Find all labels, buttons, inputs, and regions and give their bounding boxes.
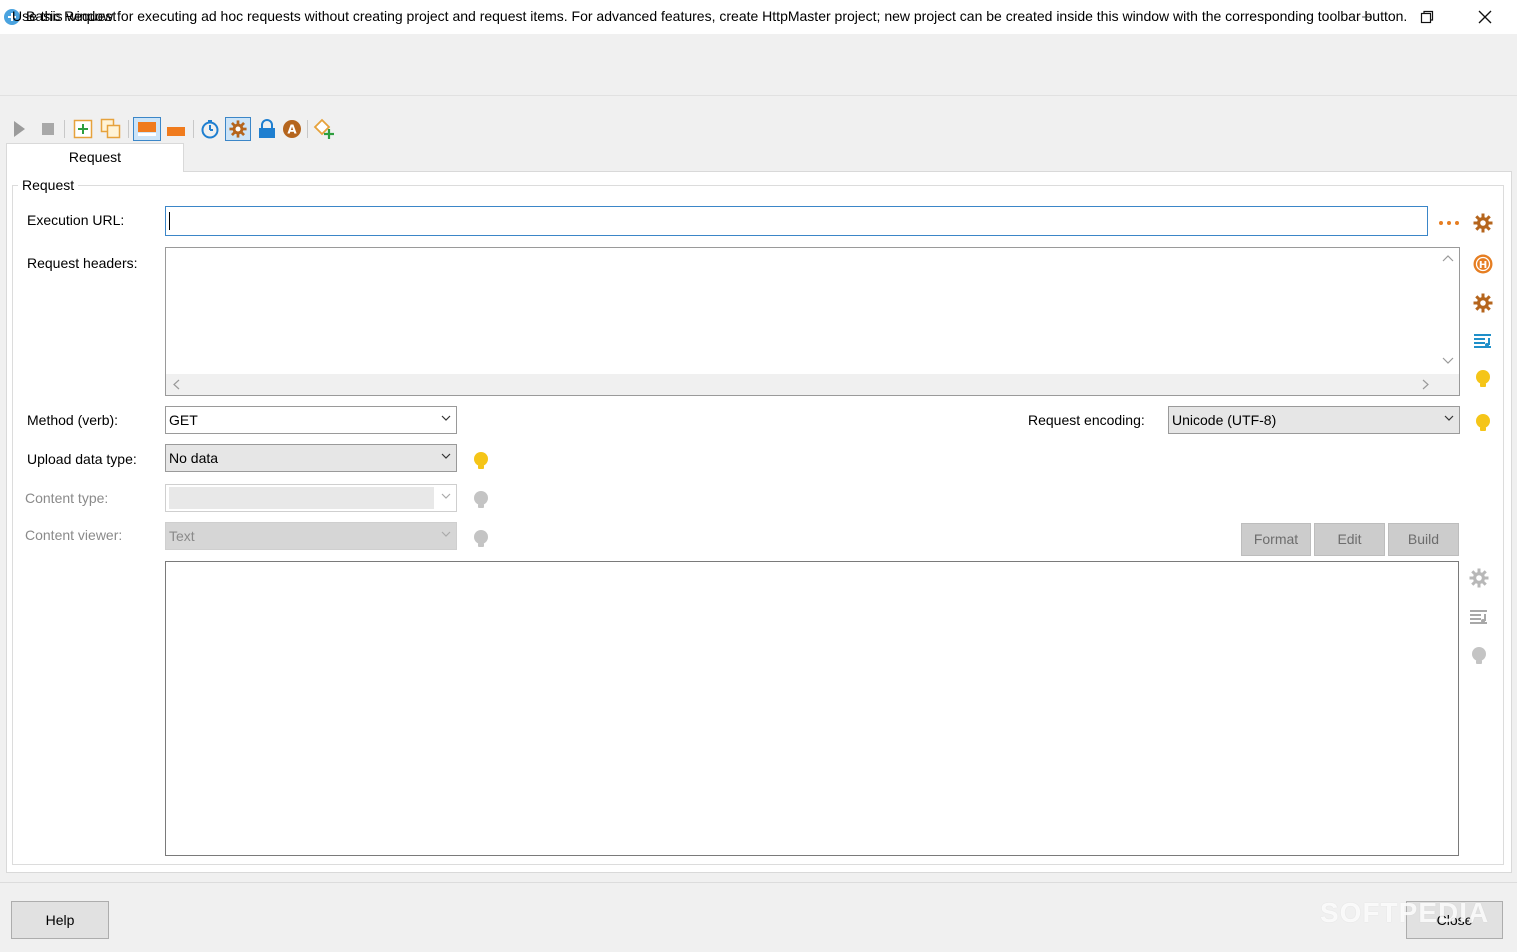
headers-vertical-scrollbar[interactable] [1437,248,1459,374]
chevron-down-icon [441,531,451,537]
lightbulb-icon [1476,370,1490,387]
content-list-button [1468,606,1490,628]
help-button[interactable]: Help [11,901,109,939]
lightbulb-icon [1472,647,1486,664]
bottom-separator [0,882,1517,883]
layout-top-icon [138,122,156,136]
toolbar-separator [128,120,129,138]
headers-helper-button[interactable]: H [1472,253,1494,275]
new-project-button[interactable] [72,118,94,140]
chevron-down-icon [1444,415,1454,421]
svg-text:H: H [1479,260,1487,271]
lightbulb-icon [1476,414,1490,431]
url-settings-button[interactable] [1472,212,1494,234]
lock-button[interactable] [256,118,278,140]
content-type-select[interactable] [165,484,457,512]
headers-hint-icon[interactable] [1472,368,1494,390]
content-editor[interactable] [165,561,1459,856]
headers-settings-button[interactable] [1472,292,1494,314]
account-icon: A [283,120,301,138]
method-select[interactable]: GET [165,406,457,434]
upload-data-type-select[interactable]: No data [165,444,457,472]
layout-bottom-icon [167,127,185,136]
lightbulb-icon [474,491,488,508]
layout-bottom-button[interactable] [165,118,187,140]
content-settings-button [1468,567,1490,589]
stop-icon [42,123,54,135]
content-type-hint-icon [470,489,492,511]
content-viewer-label: Content viewer: [25,527,123,543]
account-button[interactable]: A [281,118,303,140]
scroll-right-icon [1422,379,1429,390]
gear-icon [1469,568,1489,588]
description-area [0,34,1517,96]
content-type-field [169,487,434,509]
play-icon [14,121,25,137]
text-caret [169,212,170,230]
gear-icon [1473,293,1493,313]
request-encoding-label: Request encoding: [1028,412,1145,428]
content-hint-icon [1468,645,1490,667]
method-label: Method (verb): [27,412,119,428]
settings-toggle-button[interactable] [225,117,251,141]
list-music-icon [1474,334,1491,348]
headers-list-button[interactable] [1472,330,1494,352]
toolbar-separator [64,120,65,138]
scrollbar-corner [1437,374,1459,395]
watermark: SOFTPEDIA [1320,897,1490,928]
format-button[interactable]: Format [1241,523,1311,556]
lock-icon [259,119,275,138]
scroll-down-icon [1442,357,1454,364]
content-viewer-select[interactable]: Text [165,522,457,550]
layout-top-button[interactable] [133,117,161,141]
request-headers-label: Request headers: [27,255,138,271]
add-diamond-icon [313,118,334,139]
settings-icon [229,120,247,138]
timer-icon [201,120,219,139]
upload-data-type-value: No data [169,450,219,466]
chevron-down-icon [441,415,451,421]
toolbar-separator [193,120,194,138]
execution-url-label: Execution URL: [27,212,125,228]
add-project-icon [73,119,93,139]
upload-hint-icon[interactable] [470,450,492,472]
edit-button[interactable]: Edit [1314,523,1385,556]
description-text: Use this window for executing ad hoc req… [12,8,1408,24]
request-encoding-select[interactable]: Unicode (UTF-8) [1168,406,1460,434]
h-badge-icon: H [1473,254,1493,274]
create-project-button[interactable] [313,118,335,140]
url-more-button[interactable] [1438,212,1460,234]
copy-icon [100,118,121,139]
scroll-up-icon [1442,255,1454,262]
svg-text:A: A [287,123,297,137]
headers-horizontal-scrollbar[interactable] [166,374,1437,395]
timer-button[interactable] [199,118,221,140]
toolbar-separator [307,120,308,138]
request-encoding-value: Unicode (UTF-8) [1172,412,1277,428]
execution-url-input[interactable] [165,206,1428,236]
run-button[interactable] [8,118,30,140]
stop-button[interactable] [37,118,59,140]
lightbulb-icon [474,452,488,469]
upload-data-type-label: Upload data type: [27,451,137,467]
scroll-left-icon [173,379,180,390]
tab-request[interactable]: Request [6,143,184,172]
gear-icon [1473,213,1493,233]
content-viewer-value: Text [169,528,195,544]
more-dots-icon [1439,221,1459,225]
copy-button[interactable] [100,118,122,140]
content-viewer-hint-icon [470,528,492,550]
chevron-down-icon [441,453,451,459]
lightbulb-icon [474,530,488,547]
content-type-label: Content type: [25,490,109,506]
chevron-down-icon [441,493,451,499]
encoding-hint-icon[interactable] [1472,412,1494,434]
build-button[interactable]: Build [1388,523,1459,556]
list-music-icon [1470,610,1487,624]
groupbox-title: Request [18,177,79,193]
method-value: GET [169,412,198,428]
